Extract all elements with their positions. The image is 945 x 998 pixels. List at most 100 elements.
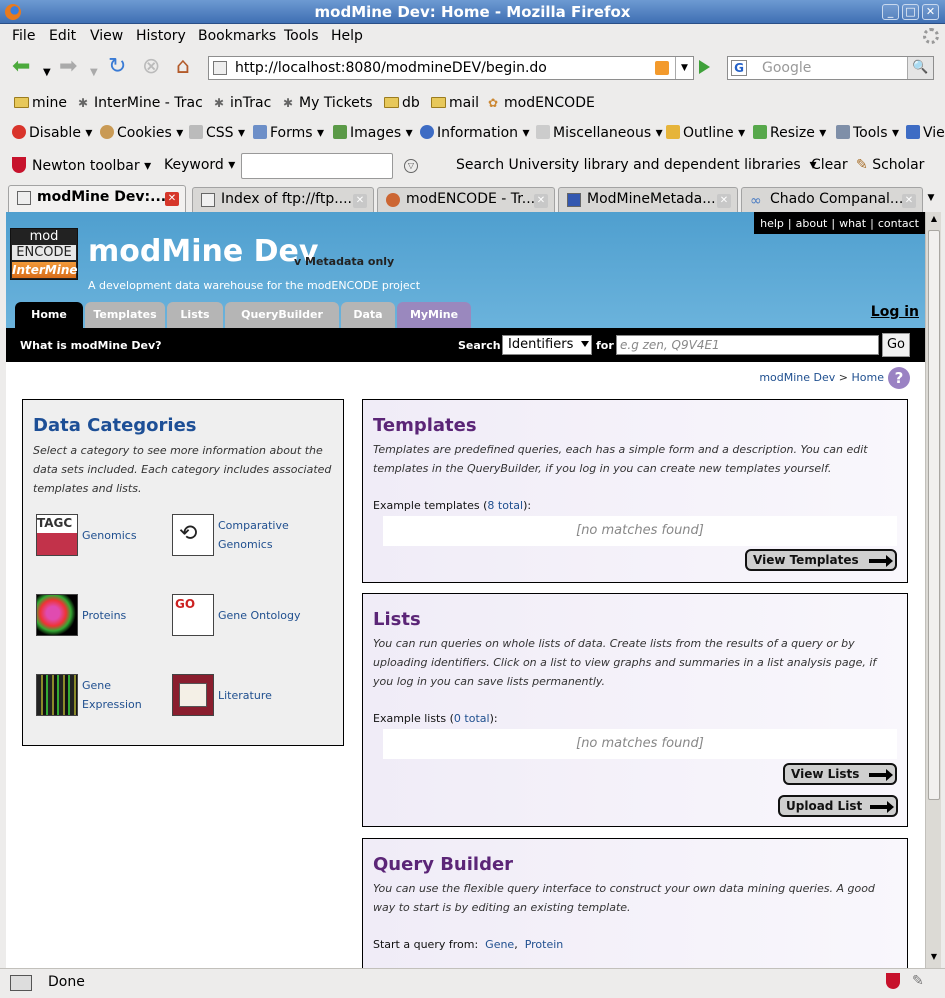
- about-link[interactable]: about: [796, 217, 828, 230]
- view-lists-button[interactable]: View Lists: [783, 763, 897, 785]
- tab-close-icon[interactable]: ✕: [717, 194, 731, 208]
- google-engine-icon[interactable]: G: [731, 60, 747, 76]
- modencode-intermine-logo[interactable]: mod ENCODE InterMine: [10, 228, 78, 280]
- tab-modmine-metadata[interactable]: ModMineMetada... ✕: [558, 187, 738, 212]
- wd-disable[interactable]: Disable ▾: [12, 125, 92, 141]
- cookies-icon: [100, 125, 114, 139]
- start-gene-link[interactable]: Gene: [485, 938, 514, 951]
- tab-templates[interactable]: Templates: [85, 302, 165, 328]
- menu-edit[interactable]: Edit: [49, 28, 76, 44]
- web-search-box[interactable]: G Google 🔍: [727, 56, 934, 80]
- help-link[interactable]: help: [760, 217, 784, 230]
- menu-help[interactable]: Help: [331, 28, 363, 44]
- bookmark-mail[interactable]: mail: [431, 95, 479, 111]
- wd-css[interactable]: CSS ▾: [189, 125, 245, 141]
- tab-chado-companal[interactable]: ∞ Chado Companal... ✕: [741, 187, 923, 212]
- menu-view[interactable]: View: [90, 28, 123, 44]
- wd-label: Tools: [853, 125, 888, 141]
- lists-total-link[interactable]: 0 total: [454, 712, 490, 725]
- tab-modmine-dev[interactable]: modMine Dev:... ✕: [8, 185, 186, 212]
- bookmark-intermine-trac[interactable]: ✱ InterMine - Trac: [78, 95, 203, 111]
- wd-forms[interactable]: Forms ▾: [253, 125, 324, 141]
- bookmark-db[interactable]: db: [384, 95, 420, 111]
- tab-data[interactable]: Data: [341, 302, 395, 328]
- wd-miscellaneous[interactable]: Miscellaneous ▾: [536, 125, 663, 141]
- outline-icon: [666, 125, 680, 139]
- go-button[interactable]: Go: [882, 333, 910, 357]
- bookmark-my-tickets[interactable]: ✱ My Tickets: [283, 95, 373, 111]
- scroll-down-icon[interactable]: ▼: [928, 952, 940, 966]
- clear-button[interactable]: Clear: [811, 157, 848, 173]
- wd-tools[interactable]: Tools ▾: [836, 125, 899, 141]
- url-history-dropdown-icon[interactable]: ▼: [675, 57, 693, 79]
- forward-icon[interactable]: ➡: [59, 56, 77, 78]
- scholar-button[interactable]: ✎ Scholar: [856, 157, 924, 173]
- css-icon: [189, 125, 203, 139]
- tab-close-icon[interactable]: ✕: [353, 194, 367, 208]
- what-is-modmine-link[interactable]: What is modMine Dev?: [20, 339, 162, 352]
- menu-bookmarks[interactable]: Bookmarks: [198, 28, 276, 44]
- menu-tools[interactable]: Tools: [284, 28, 319, 44]
- breadcrumb-current[interactable]: Home: [852, 371, 884, 384]
- tab-close-icon[interactable]: ✕: [902, 194, 916, 208]
- rss-feed-icon[interactable]: [655, 61, 669, 75]
- go-arrow-icon[interactable]: [699, 60, 710, 74]
- wd-outline[interactable]: Outline ▾: [666, 125, 745, 141]
- edit-pen-icon[interactable]: ✎: [912, 973, 924, 989]
- close-icon[interactable]: ✕: [922, 4, 939, 20]
- wd-view-source[interactable]: Vie: [906, 125, 945, 141]
- forward-dropdown-icon[interactable]: ▼: [90, 62, 98, 84]
- home-icon[interactable]: ⌂: [176, 56, 190, 78]
- tab-lists[interactable]: Lists: [167, 302, 223, 328]
- tab-querybuilder[interactable]: QueryBuilder: [225, 302, 339, 328]
- menu-history[interactable]: History: [136, 28, 186, 44]
- newton-search-go-icon[interactable]: ▽: [404, 159, 418, 173]
- search-library-menu[interactable]: Search University library and dependent …: [456, 157, 817, 173]
- help-icon[interactable]: ?: [888, 367, 910, 389]
- tab-mymine[interactable]: MyMine: [397, 302, 471, 328]
- what-link[interactable]: what: [839, 217, 866, 230]
- example-suffix: ):: [523, 499, 532, 512]
- university-shield-status-icon[interactable]: [886, 973, 906, 990]
- wd-cookies[interactable]: Cookies ▾: [100, 125, 183, 141]
- scroll-up-icon[interactable]: ▲: [928, 214, 940, 228]
- stop-icon[interactable]: ⊗: [142, 56, 160, 78]
- tab-modencode-trac[interactable]: modENCODE - Tr... ✕: [377, 187, 555, 212]
- breadcrumb-root[interactable]: modMine Dev: [759, 371, 835, 384]
- bookmark-intrac[interactable]: ✱ inTrac: [214, 95, 271, 111]
- newton-toolbar-menu[interactable]: Newton toolbar ▾: [12, 157, 151, 174]
- bookmark-mine[interactable]: mine: [14, 95, 67, 111]
- reload-icon[interactable]: ↻: [108, 56, 126, 78]
- logo-encode: ENCODE: [12, 245, 76, 260]
- tab-close-icon[interactable]: ✕: [534, 194, 548, 208]
- url-bar[interactable]: http://localhost:8080/modmineDEV/begin.d…: [208, 56, 694, 80]
- contact-link[interactable]: contact: [878, 217, 919, 230]
- wd-label: Resize: [770, 125, 815, 141]
- menu-file[interactable]: File: [12, 28, 35, 44]
- login-link[interactable]: Log in: [871, 304, 919, 320]
- tab-close-icon[interactable]: ✕: [165, 192, 179, 206]
- search-type-select[interactable]: Identifiers: [502, 335, 592, 355]
- view-templates-button[interactable]: View Templates: [745, 549, 897, 571]
- wd-information[interactable]: Information ▾: [420, 125, 530, 141]
- back-dropdown-icon[interactable]: ▼: [43, 62, 51, 84]
- quick-search-input[interactable]: e.g zen, Q9V4E1: [616, 335, 879, 355]
- newton-search-input[interactable]: [241, 153, 393, 179]
- upload-list-button[interactable]: Upload List: [778, 795, 898, 817]
- vertical-scrollbar[interactable]: ▲ ▼: [925, 212, 941, 968]
- tab-home[interactable]: Home: [15, 302, 83, 328]
- wd-resize[interactable]: Resize ▾: [753, 125, 826, 141]
- bookmark-modencode[interactable]: ✿ modENCODE: [488, 95, 595, 111]
- minimize-icon[interactable]: _: [882, 4, 899, 20]
- templates-total-link[interactable]: 8 total: [487, 499, 523, 512]
- keyword-menu[interactable]: Keyword ▾: [164, 157, 235, 173]
- search-magnifier-icon[interactable]: 🔍: [907, 57, 933, 79]
- tab-ftp-index[interactable]: Index of ftp://ftp.... ✕: [192, 187, 374, 212]
- page-favicon-icon: [213, 61, 227, 75]
- wd-images[interactable]: Images ▾: [333, 125, 413, 141]
- maximize-icon[interactable]: □: [902, 4, 919, 20]
- back-icon[interactable]: ⬅: [12, 56, 30, 78]
- tab-list-dropdown-icon[interactable]: ▼: [922, 188, 940, 208]
- start-protein-link[interactable]: Protein: [525, 938, 564, 951]
- scrollbar-thumb[interactable]: [928, 230, 940, 800]
